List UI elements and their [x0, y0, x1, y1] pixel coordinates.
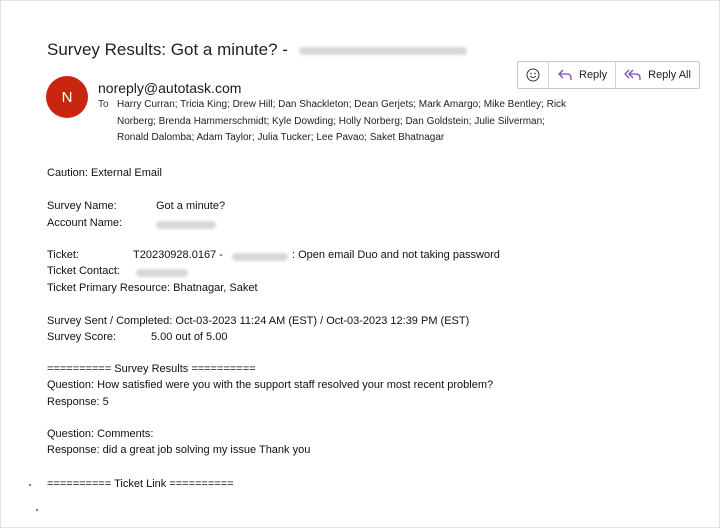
- recipients-list[interactable]: Harry Curran; Tricia King; Drew Hill; Da…: [117, 97, 577, 147]
- reply-all-button[interactable]: Reply All: [616, 62, 699, 88]
- to-label: To: [98, 99, 109, 110]
- survey-score-value: 5.00 out of 5.00: [151, 331, 228, 343]
- sender-avatar[interactable]: N: [46, 76, 88, 118]
- survey-name-value: Got a minute?: [156, 200, 226, 212]
- redacted-ticket-contact-name: [232, 253, 288, 261]
- response-1: Response: 5: [47, 396, 109, 408]
- response-2: Response: did a great job solving my iss…: [47, 444, 311, 456]
- reply-all-label: Reply All: [648, 69, 691, 81]
- survey-name-label: Survey Name:: [47, 200, 117, 212]
- avatar-initial: N: [61, 88, 73, 106]
- stray-dot: [29, 484, 31, 486]
- subject-text: Survey Results: Got a minute? -: [47, 40, 288, 59]
- sender-address[interactable]: noreply@autotask.com: [98, 80, 241, 96]
- ticket-link-header[interactable]: ========== Ticket Link ==========: [47, 478, 234, 490]
- question-2: Question: Comments:: [47, 428, 154, 440]
- ticket-number[interactable]: T20230928.0167 -: [133, 249, 223, 261]
- ticket-title: : Open email Duo and not taking password: [292, 249, 500, 261]
- ticket-contact-label: Ticket Contact:: [47, 265, 120, 277]
- redacted-ticket-contact: [136, 269, 188, 277]
- redacted-subject-name: [298, 46, 467, 55]
- question-1: Question: How satisfied were you with th…: [47, 379, 494, 391]
- email-subject: Survey Results: Got a minute? -: [47, 40, 467, 60]
- ticket-primary-resource: Ticket Primary Resource: Bhatnagar, Sake…: [47, 282, 258, 294]
- smiley-icon: [526, 68, 540, 82]
- stray-dot: [36, 509, 38, 511]
- survey-sent-completed: Survey Sent / Completed: Oct-03-2023 11:…: [47, 315, 470, 327]
- emoji-reaction-button[interactable]: [518, 62, 549, 88]
- ticket-label: Ticket:: [47, 249, 79, 261]
- account-name-label: Account Name:: [47, 217, 123, 229]
- reply-button[interactable]: Reply: [549, 62, 617, 88]
- caution-text: Caution: External Email: [47, 167, 162, 179]
- reply-all-arrow-icon: [624, 68, 642, 82]
- redacted-account-name: [156, 221, 216, 229]
- reply-arrow-icon: [557, 68, 573, 82]
- survey-results-header: ========== Survey Results ==========: [47, 363, 256, 375]
- survey-score-label: Survey Score:: [47, 331, 117, 343]
- reply-label: Reply: [579, 69, 608, 81]
- message-actions-toolbar: Reply Reply All: [517, 61, 700, 89]
